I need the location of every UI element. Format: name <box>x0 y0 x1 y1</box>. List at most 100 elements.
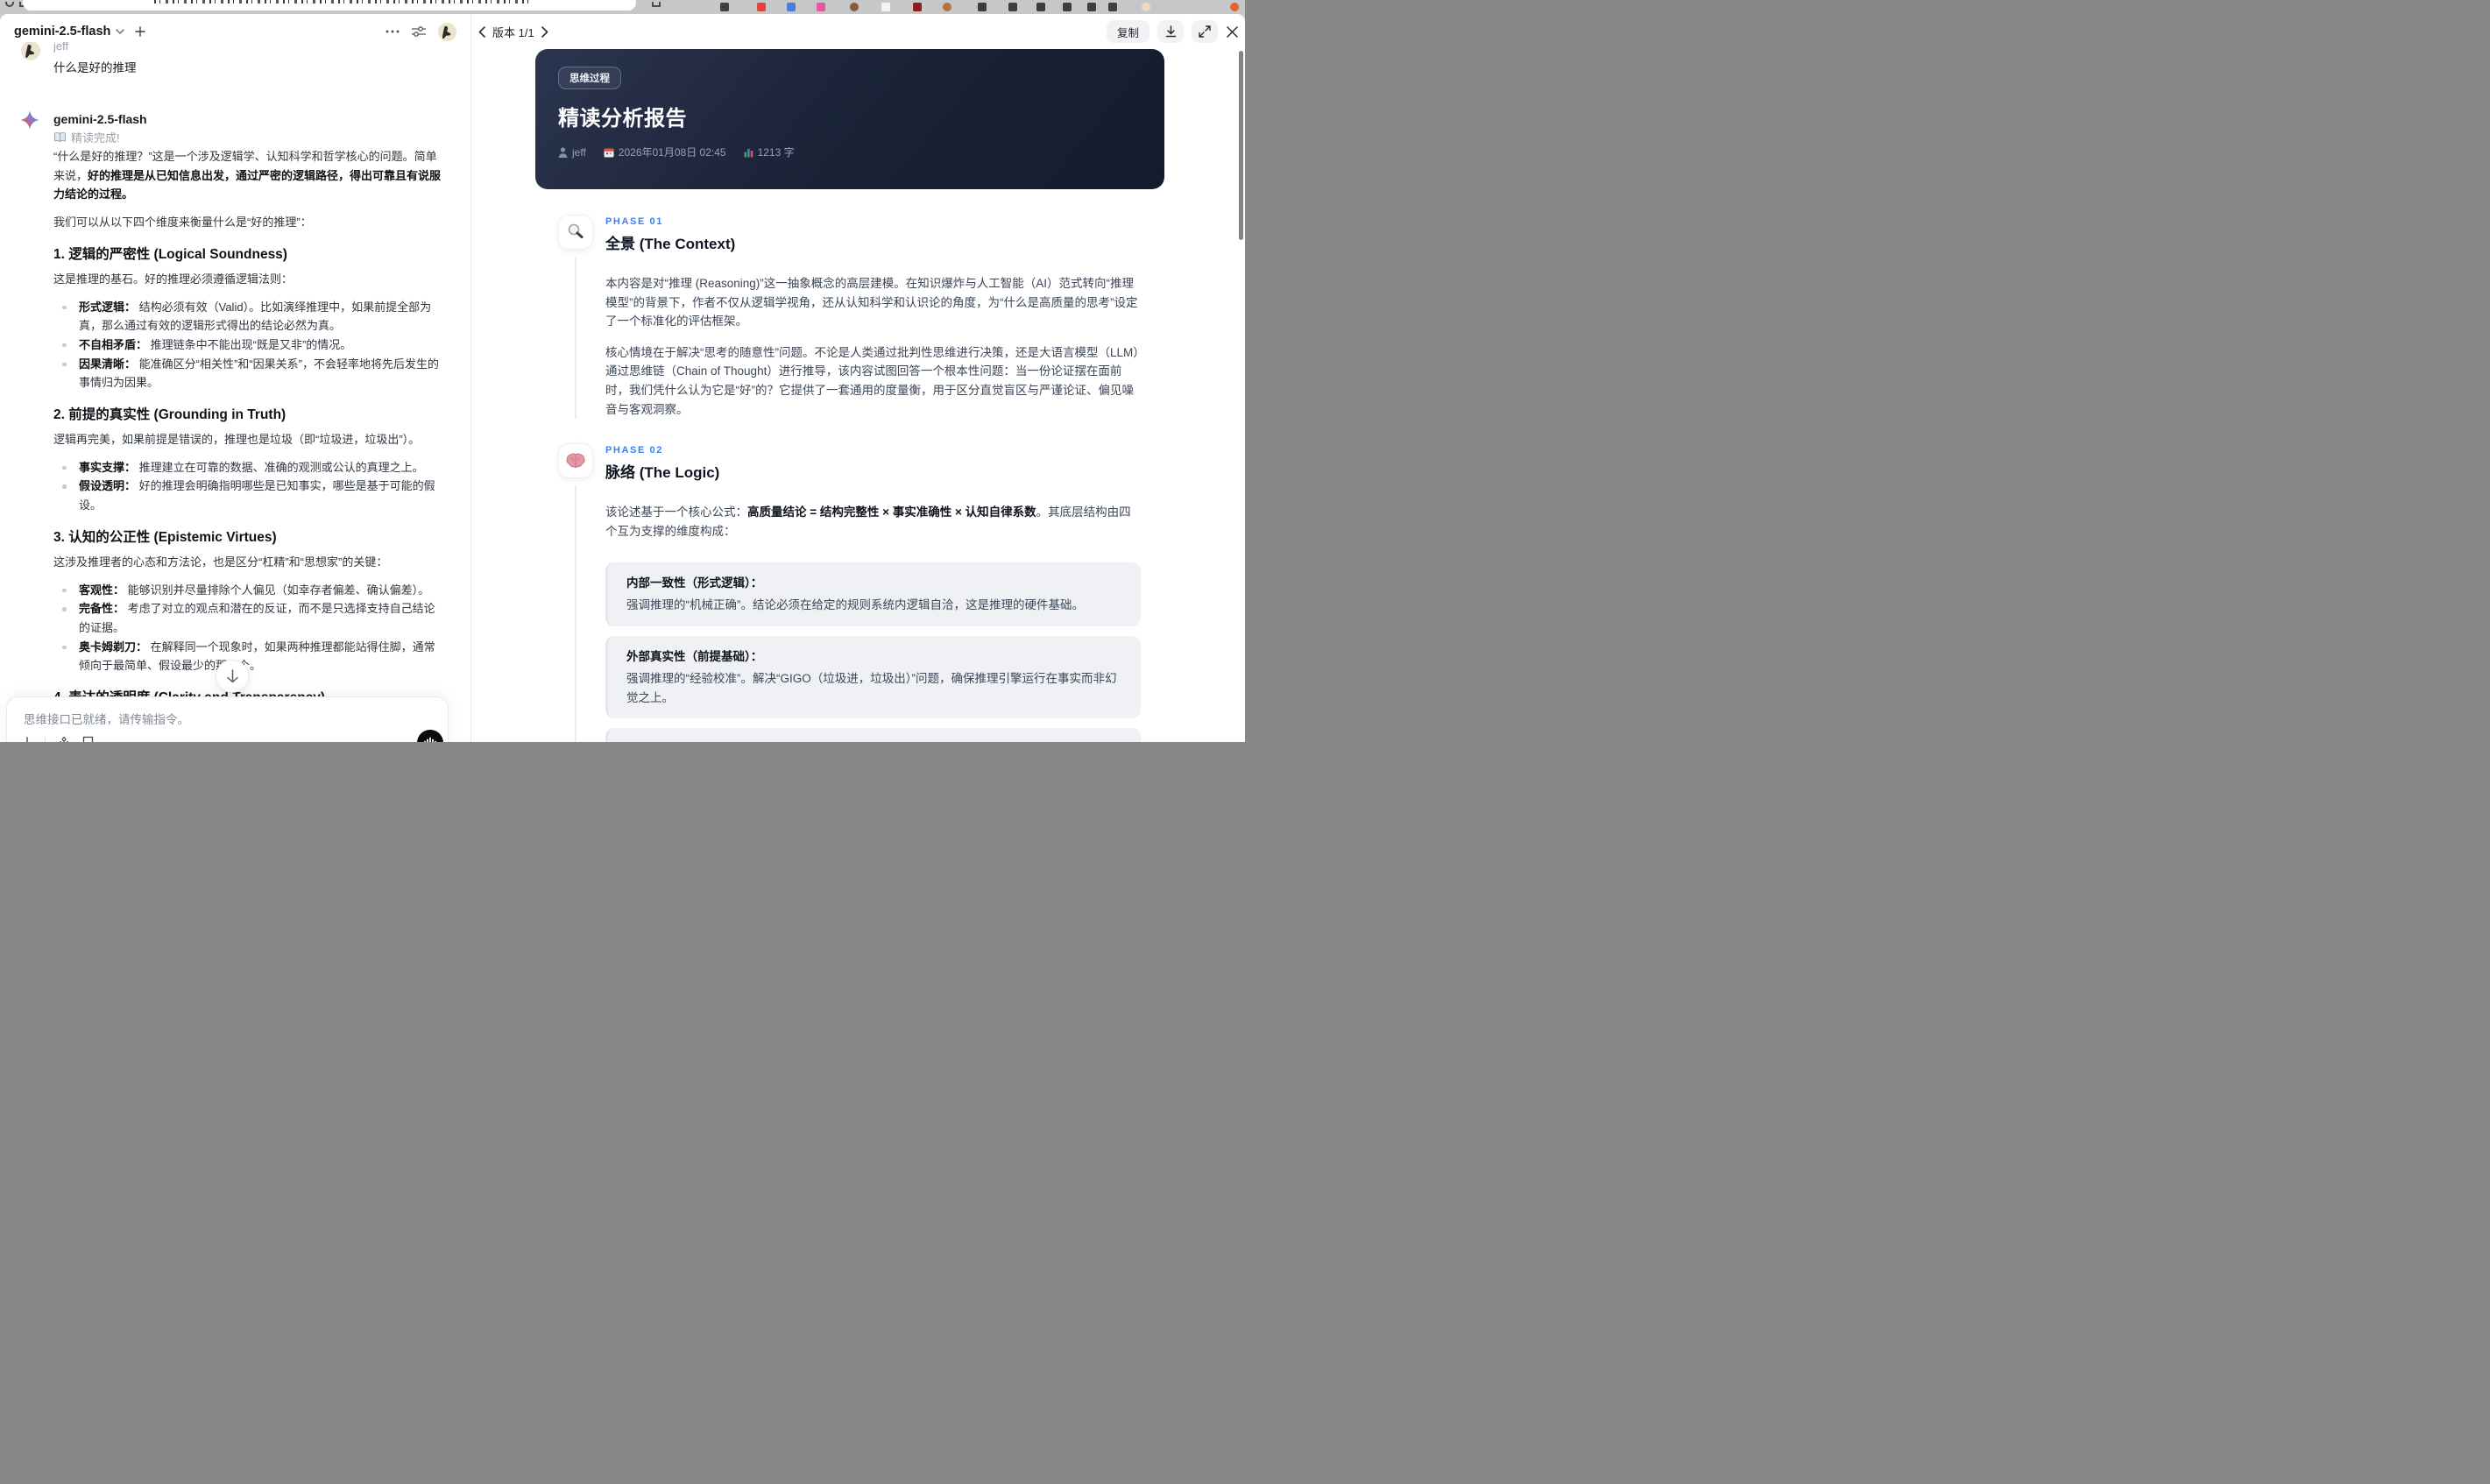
report-author: jeff <box>558 146 586 159</box>
phase-body: PHASE 01 全景 (The Context) 本内容是对“推理 (Reason… <box>605 215 1141 419</box>
bullet-item: 因果清晰： 能准确区分“相关性”和“因果关系”，不会轻率地将先后发生的事情归为因… <box>53 355 442 392</box>
chevron-right-icon <box>541 25 548 38</box>
extension-icon[interactable] <box>817 3 825 11</box>
extension-icon[interactable] <box>943 3 951 11</box>
section-intro: 这涉及推理者的心态和方法论，也是区分“杠精”和“思想家”的关键： <box>53 555 388 569</box>
version-label: 版本 1/1 <box>492 25 534 39</box>
phase-paragraph: 核心情境在于解决“思考的随意性”问题。不论是人类通过批判性思维进行决策，还是大语… <box>605 345 1140 416</box>
close-panel-button[interactable] <box>1227 25 1238 38</box>
message-composer[interactable]: 思维接口已就绪，请传输指令。 <box>6 696 449 742</box>
extension-icon[interactable] <box>720 3 729 11</box>
extension-icon[interactable] <box>1063 3 1072 11</box>
profile-avatar[interactable] <box>1142 3 1150 11</box>
artifact-panel: 版本 1/1 复制 思维过程 精读分析报告 jeff 2026年01月08日 0… <box>470 14 1245 742</box>
chat-header: gemini-2.5-flash <box>0 14 470 42</box>
plus-icon <box>135 26 146 37</box>
bullet-item: 不自相矛盾： 推理链条中不能出现“既是又非”的情况。 <box>53 336 442 355</box>
card-body: 强调推理的“机械正确”。结论必须在给定的规则系统内逻辑自洽，这是推理的硬件基础。 <box>626 598 1084 612</box>
model-selector[interactable]: gemini-2.5-flash <box>14 25 125 39</box>
assistant-intro: “什么是好的推理？”这是一个涉及逻辑学、认知科学和哲学核心的问题。简单来说，好的… <box>53 150 442 201</box>
model-name: gemini-2.5-flash <box>53 112 147 126</box>
chevron-left-icon <box>478 25 485 38</box>
chat-menu-button[interactable] <box>386 30 400 33</box>
tools-sparkle-icon[interactable] <box>57 736 71 742</box>
artifact-content: 思维过程 精读分析报告 jeff 2026年01月08日 02:45 1213 … <box>471 49 1245 742</box>
person-icon <box>558 146 568 158</box>
extension-icon[interactable] <box>881 3 890 11</box>
phase-icon-column <box>558 215 593 420</box>
phase-icon-card <box>558 443 593 479</box>
chat-panel: gemini-2.5-flash jeff 什么是好的推理 gemini-2.5… <box>0 14 470 742</box>
attach-plus-icon[interactable] <box>21 737 33 742</box>
browser-toolbar <box>0 0 1245 14</box>
sliders-icon <box>412 26 426 37</box>
download-button[interactable] <box>1157 20 1184 43</box>
phase-title: 脉络 (The Logic) <box>605 464 720 482</box>
dimension-card: 主体伦理（认识美德）：转向推理者的心理特征。引入奥卡姆剃刀和反向论证，旨在克服人… <box>605 728 1141 742</box>
phase-label: PHASE 01 <box>605 216 663 227</box>
user-avatar <box>21 41 40 60</box>
chat-title: gemini-2.5-flash <box>14 25 111 39</box>
phase-label: PHASE 02 <box>605 445 663 456</box>
scroll-to-bottom-button[interactable] <box>216 660 249 693</box>
extension-icon[interactable] <box>1036 3 1045 11</box>
section-bullets: 客观性： 能够识别并尽量排除个人偏见（如幸存者偏差、确认偏差）。 完备性： 考虑了… <box>53 581 442 676</box>
phase-title: 全景 (The Context) <box>605 236 736 252</box>
new-chat-button[interactable] <box>135 26 146 37</box>
phase-connector-line <box>575 257 577 420</box>
download-icon <box>1165 25 1176 38</box>
calendar-icon <box>604 148 614 157</box>
assistant-message: “什么是好的推理？”这是一个涉及逻辑学、认知科学和哲学核心的问题。简单来说，好的… <box>53 147 442 742</box>
report-meta: jeff 2026年01月08日 02:45 1213 字 <box>558 145 1142 159</box>
extension-icon[interactable] <box>1108 3 1117 11</box>
card-body: 强调推理的“经验校准”。解决“GIGO（垃圾进，垃圾出）”问题，确保推理引擎运行… <box>626 671 1117 704</box>
bookmark-icon[interactable] <box>82 736 94 742</box>
scrollbar-thumb[interactable] <box>1239 51 1243 240</box>
phase-icon-column <box>558 443 593 742</box>
extension-icon[interactable] <box>913 3 922 11</box>
expand-button[interactable] <box>1192 20 1218 43</box>
phase-formula: 该论述基于一个核心公式：高质量结论 = 结构完整性 × 事实准确性 × 认知自律… <box>605 505 1131 538</box>
voice-input-button[interactable] <box>417 730 443 742</box>
card-title: 内部一致性（形式逻辑）： <box>626 576 763 590</box>
next-version-button[interactable] <box>541 25 548 38</box>
chat-settings-button[interactable] <box>412 25 426 38</box>
expand-icon <box>1199 25 1211 38</box>
gemini-star-icon <box>20 110 39 130</box>
report-badge: 思维过程 <box>558 67 621 89</box>
extension-icon[interactable] <box>1230 3 1239 11</box>
ellipsis-icon <box>386 30 400 33</box>
assistant-lead: 我们可以从以下四个维度来衡量什么是“好的推理”： <box>53 216 312 230</box>
extension-icon[interactable] <box>1008 3 1017 11</box>
close-icon <box>1227 25 1238 38</box>
phase-icon-card <box>558 215 593 250</box>
copy-button[interactable]: 复制 <box>1106 20 1150 43</box>
avatar-figure <box>21 41 40 60</box>
section-intro: 逻辑再完美，如果前提是错误的，推理也是垃圾（即“垃圾进，垃圾出”）。 <box>53 433 421 447</box>
extension-icon[interactable] <box>978 3 987 11</box>
extension-icon[interactable] <box>787 3 796 11</box>
dimension-cards: 内部一致性（形式逻辑）： 强调推理的“机械正确”。结论必须在给定的规则系统内逻辑自… <box>605 562 1141 742</box>
dimension-card: 内部一致性（形式逻辑）： 强调推理的“机械正确”。结论必须在给定的规则系统内逻辑自… <box>605 562 1141 626</box>
arrow-down-icon <box>226 669 238 683</box>
waveform-icon <box>424 737 436 742</box>
card-title: 外部真实性（前提基础）： <box>626 649 763 663</box>
phase-block: PHASE 01 全景 (The Context) 本内容是对“推理 (Reason… <box>558 215 1141 420</box>
extension-icon[interactable] <box>850 3 859 11</box>
bullet-item: 假设透明： 好的推理会明确指明哪些是已知事实，哪些是基于可能的假设。 <box>53 477 442 514</box>
extension-icon[interactable] <box>1087 3 1096 11</box>
phase-block: PHASE 02 脉络 (The Logic) 该论述基于一个核心公式：高质量结论 … <box>558 443 1141 742</box>
prev-version-button[interactable] <box>478 25 485 38</box>
bullet-item: 事实支撑： 推理建立在可靠的数据、准确的观测或公认的真理之上。 <box>53 458 442 477</box>
phase-paragraph: 本内容是对“推理 (Reasoning)”这一抽象概念的高层建模。在知识爆炸与人… <box>605 277 1138 329</box>
extension-icon[interactable] <box>757 3 766 11</box>
screen: gemini-2.5-flash jeff 什么是好的推理 gemini-2.5… <box>0 0 1245 742</box>
bullet-item: 客观性： 能够识别并尽量排除个人偏见（如幸存者偏差、确认偏差）。 <box>53 581 442 600</box>
section-intro: 这是推理的基石。好的推理必须遵循逻辑法则： <box>53 272 294 286</box>
book-icon <box>54 131 66 142</box>
brain-icon <box>566 453 585 469</box>
user-avatar[interactable] <box>438 22 456 41</box>
user-message: 什么是好的推理 <box>53 61 137 74</box>
report-wordcount: 1213 字 <box>744 145 795 159</box>
magnifier-icon <box>566 223 585 242</box>
